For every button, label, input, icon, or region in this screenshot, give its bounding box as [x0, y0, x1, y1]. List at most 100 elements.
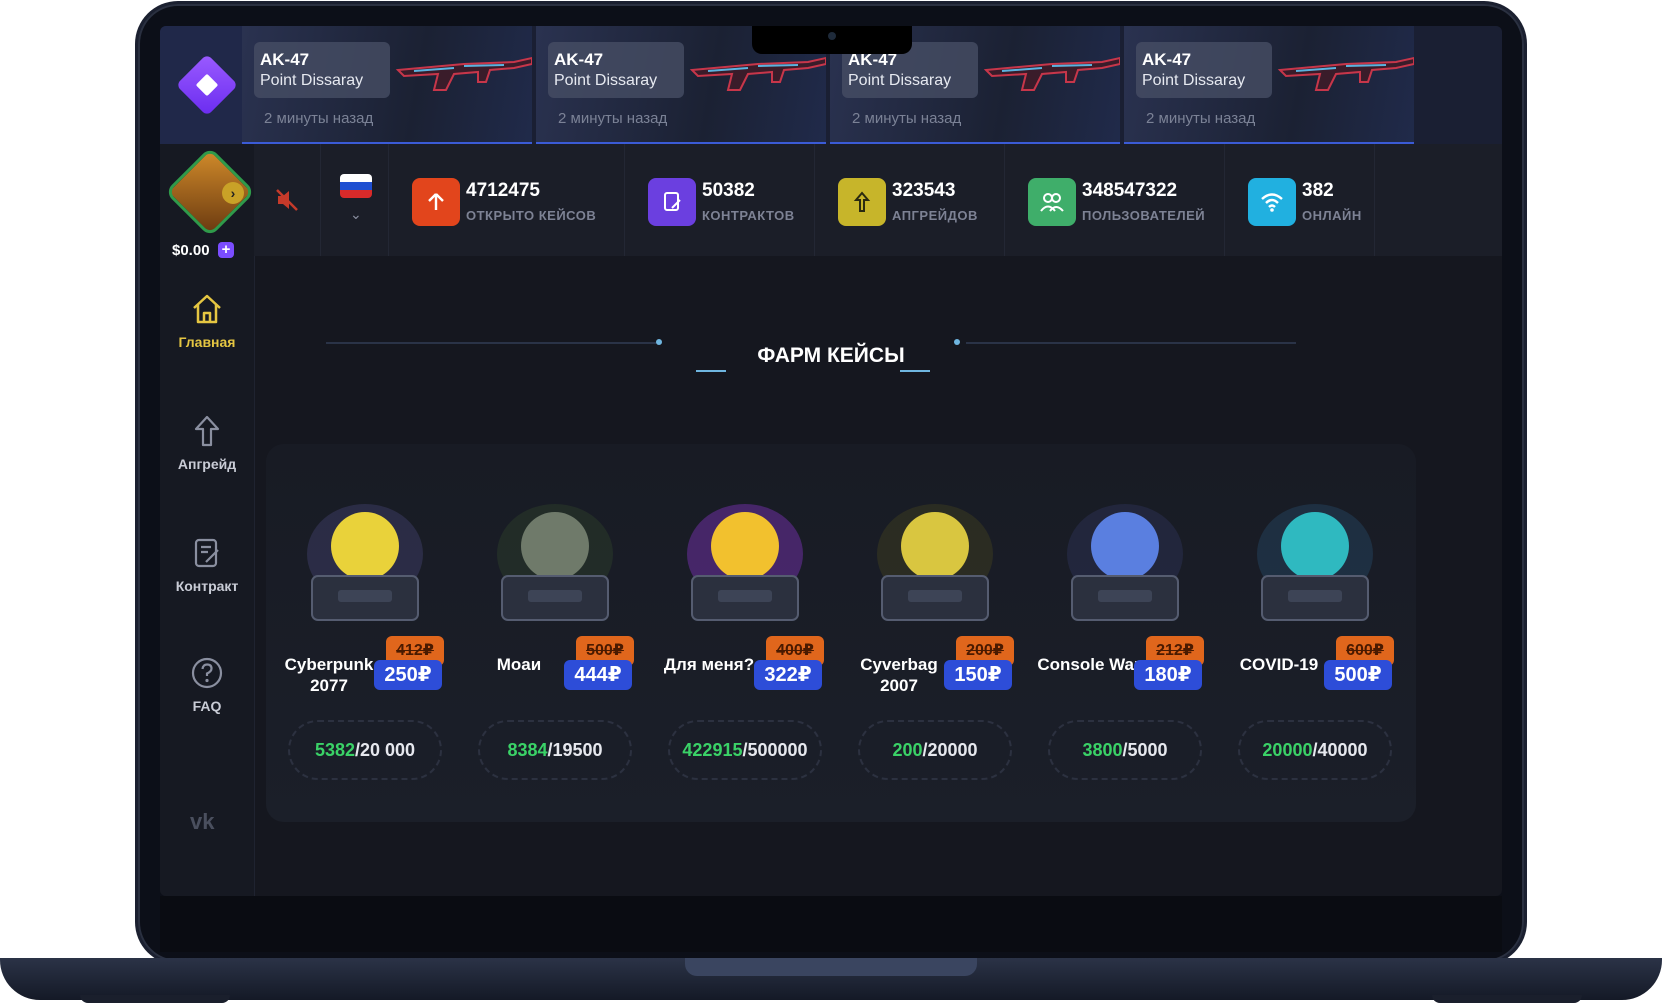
case-progress: 3800/5000 — [1048, 720, 1202, 780]
balance: $0.00 — [172, 242, 210, 259]
drop-weapon: AK-47 — [1142, 50, 1192, 69]
drop-skin: Point Dissaray — [848, 72, 952, 89]
drop-card[interactable]: AK-47 Point Dissaray 2 минуты назад — [1124, 26, 1414, 145]
stat-value: 4712475 — [466, 180, 540, 201]
case-progress-done: 200 — [892, 740, 923, 760]
contract-icon — [648, 178, 696, 226]
nav-upgrade[interactable]: Апгрейд — [160, 414, 254, 472]
nav-home[interactable]: Главная — [160, 292, 254, 350]
drop-skin: Point Dissaray — [260, 72, 364, 89]
case-price: 444₽ — [564, 660, 632, 690]
drop-time: 2 минуты назад — [1146, 110, 1256, 127]
stat-value: 348547322 — [1082, 180, 1178, 201]
stat-label: ПОЛЬЗОВАТЕЛЕЙ — [1082, 208, 1206, 223]
case-image[interactable] — [1240, 484, 1390, 634]
upgrade-arrow-icon — [194, 415, 220, 447]
case-price: 180₽ — [1134, 660, 1202, 690]
case-card[interactable]: Console War 212₽ 180₽ 3800/5000 — [1034, 444, 1214, 822]
drop-time: 2 минуты назад — [558, 110, 668, 127]
case-name: Console War — [1037, 655, 1141, 674]
drop-weapon: AK-47 — [554, 50, 604, 69]
stat-label: ОТКРЫТО КЕЙСОВ — [466, 208, 597, 223]
cases-panel: Cyberpunk 2077 412₽ 250₽ 5382/20 000 Моаи 500… — [266, 444, 1416, 822]
case-icon — [412, 178, 460, 226]
drop-skin: Point Dissaray — [1142, 72, 1246, 89]
case-progress-total: 40000 — [1317, 740, 1368, 760]
case-name: Cyberpunk 2077 — [284, 655, 374, 695]
nav-faq[interactable]: FAQ — [160, 656, 254, 714]
section-title: ФАРМ КЕЙСЫ — [757, 344, 905, 367]
site-logo[interactable] — [160, 26, 254, 144]
sound-toggle[interactable] — [254, 144, 321, 256]
muted-speaker-icon — [276, 189, 298, 211]
case-image[interactable] — [860, 484, 1010, 634]
nav-upgrade-label: Апгрейд — [177, 456, 237, 472]
stat-label: АПГРЕЙДОВ — [892, 208, 978, 223]
rifle-icon — [1276, 44, 1414, 104]
case-card[interactable]: Для меня? 400₽ 322₽ 422915/500000 — [654, 444, 834, 822]
case-price: 500₽ — [1324, 660, 1392, 690]
nav-contract-label: Контракт — [175, 578, 239, 594]
case-price: 322₽ — [754, 660, 822, 690]
case-progress-done: 20000 — [1262, 740, 1313, 760]
case-progress: 20000/40000 — [1238, 720, 1392, 780]
wifi-icon — [1248, 178, 1296, 226]
contract-icon — [194, 538, 219, 568]
case-progress-done: 422915 — [682, 740, 743, 760]
case-image[interactable] — [290, 484, 440, 634]
stat-value: 382 — [1302, 180, 1334, 201]
case-progress-total: 500000 — [747, 740, 808, 760]
question-icon — [191, 657, 223, 689]
language-select[interactable]: ⌄ — [320, 144, 389, 256]
case-name: Cyverbag 2007 — [860, 655, 938, 695]
profile-arrow-icon[interactable]: › — [222, 182, 244, 204]
case-image[interactable] — [1050, 484, 1200, 634]
case-progress-total: 20000 — [927, 740, 978, 760]
case-progress: 8384/19500 — [478, 720, 632, 780]
add-balance-button[interactable]: + — [218, 242, 234, 258]
case-card[interactable]: Cyberpunk 2077 412₽ 250₽ 5382/20 000 — [274, 444, 454, 822]
rifle-icon — [982, 44, 1120, 104]
case-progress: 5382/20 000 — [288, 720, 442, 780]
case-name: COVID-19 — [1239, 655, 1319, 674]
drop-card[interactable]: AK-47 Point Dissaray 2 минуты назад — [242, 26, 532, 145]
case-progress-done: 5382 — [314, 740, 355, 760]
camera-notch — [752, 26, 912, 54]
drop-weapon: AK-47 — [260, 50, 310, 69]
case-progress: 200/20000 — [858, 720, 1012, 780]
vk-icon[interactable]: vk — [190, 809, 214, 835]
case-price: 150₽ — [944, 660, 1012, 690]
sidebar: › $0.00 + Главная Апгрейд Контракт FAQ v… — [160, 144, 256, 896]
camera-icon — [828, 32, 836, 40]
case-progress-total: 20 000 — [360, 740, 416, 760]
stat-item: 50382 КОНТРАКТОВ — [624, 144, 815, 256]
case-progress: 422915/500000 — [668, 720, 822, 780]
stat-label: ОНЛАЙН — [1302, 208, 1362, 223]
case-name: Для меня? — [663, 655, 755, 674]
rifle-icon — [394, 44, 532, 104]
chevron-down-icon: ⌄ — [350, 206, 362, 222]
stat-label: КОНТРАКТОВ — [702, 208, 795, 223]
case-card[interactable]: Моаи 500₽ 444₽ 8384/19500 — [464, 444, 644, 822]
laptop-foot — [1432, 995, 1582, 1003]
laptop-bezel — [160, 896, 1502, 952]
case-progress-total: 5000 — [1127, 740, 1168, 760]
drop-time: 2 минуты назад — [264, 110, 374, 127]
case-card[interactable]: COVID-19 600₽ 500₽ 20000/40000 — [1224, 444, 1404, 822]
screen: AK-47 Point Dissaray 2 минуты назад AK-47 Po… — [160, 26, 1502, 896]
case-card[interactable]: Cyverbag 2007 200₽ 150₽ 200/20000 — [844, 444, 1024, 822]
nav-contract[interactable]: Контракт — [160, 536, 254, 594]
drop-time: 2 минуты назад — [852, 110, 962, 127]
case-name: Моаи — [496, 655, 542, 674]
stat-value: 50382 — [702, 180, 755, 201]
case-price: 250₽ — [374, 660, 442, 690]
users-icon — [1028, 178, 1076, 226]
home-icon — [193, 294, 221, 324]
laptop-foot — [80, 995, 230, 1003]
stat-item: 4712475 ОТКРЫТО КЕЙСОВ — [388, 144, 625, 256]
case-progress-done: 8384 — [507, 740, 548, 760]
stats-bar: ⌄ 4712475 ОТКРЫТО КЕЙСОВ 50382 КОНТРАКТОВ 32… — [254, 144, 1502, 256]
case-image[interactable] — [480, 484, 630, 634]
case-image[interactable] — [670, 484, 820, 634]
russia-flag-icon — [340, 174, 372, 198]
